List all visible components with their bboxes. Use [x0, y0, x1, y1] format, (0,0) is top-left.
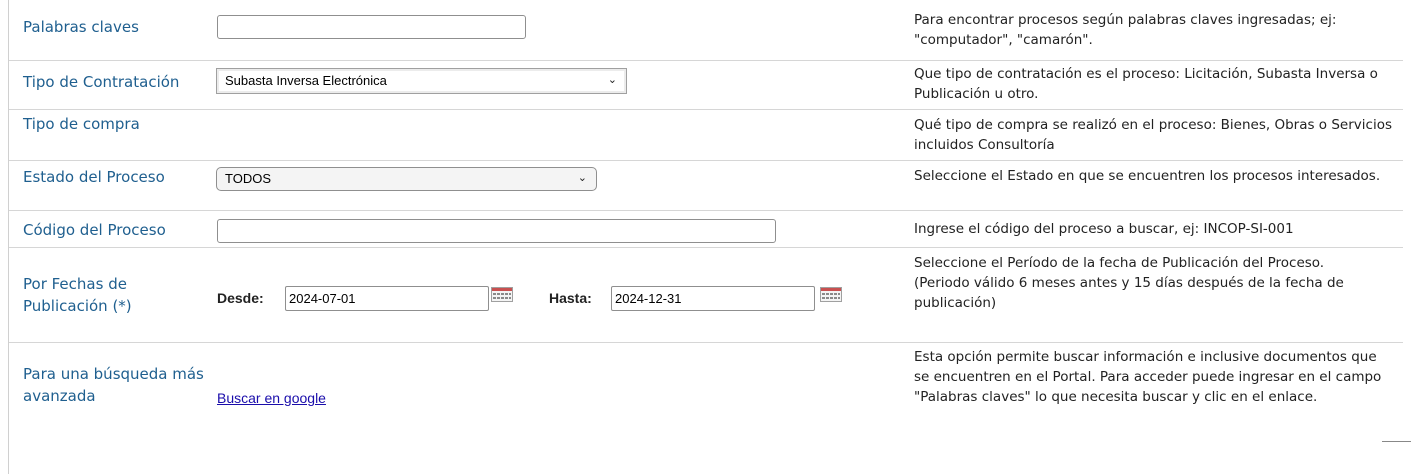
estado-proceso-selected: TODOS — [225, 171, 271, 186]
fechas-publicacion-help-note: (Periodo válido 6 meses antes y 15 días … — [914, 275, 1344, 311]
tipo-compra-label: Tipo de compra — [23, 115, 140, 133]
row-tipo-contratacion: Tipo de Contratación Subasta Inversa Ele… — [9, 61, 1403, 110]
tipo-compra-help: Qué tipo de compra se realizó en el proc… — [914, 117, 1392, 153]
row-busqueda-avanzada: Para una búsqueda más avanzada Buscar en… — [9, 343, 1403, 448]
calendar-icon[interactable] — [820, 287, 842, 302]
divider — [1382, 441, 1411, 442]
fechas-publicacion-help: Seleccione el Período de la fecha de Pub… — [914, 253, 1392, 313]
hasta-date-input[interactable] — [611, 286, 815, 311]
palabras-claves-help: Para encontrar procesos según palabras c… — [914, 12, 1337, 48]
chevron-down-icon: ⌄ — [577, 172, 587, 184]
busqueda-avanzada-help: Esta opción permite buscar información e… — [914, 349, 1382, 405]
estado-proceso-help: Seleccione el Estado en que se encuentre… — [914, 168, 1381, 184]
row-codigo-proceso: Código del Proceso Ingrese el código del… — [9, 211, 1403, 248]
busqueda-avanzada-label: Para una búsqueda más avanzada — [23, 365, 204, 405]
tipo-contratacion-help: Que tipo de contratación es el proceso: … — [914, 66, 1378, 102]
fechas-publicacion-help-text: Seleccione el Período de la fecha de Pub… — [914, 255, 1325, 271]
fechas-publicacion-label: Por Fechas de Publicación (*) — [23, 275, 132, 315]
chevron-down-icon: ⌄ — [607, 74, 617, 86]
codigo-proceso-label: Código del Proceso — [23, 221, 166, 239]
tipo-contratacion-select[interactable]: Subasta Inversa Electrónica ⌄ — [216, 68, 627, 94]
row-palabras-claves: Palabras claves Para encontrar procesos … — [9, 0, 1403, 61]
estado-proceso-label: Estado del Proceso — [23, 168, 165, 186]
calendar-icon[interactable] — [491, 287, 513, 302]
codigo-proceso-help: Ingrese el código del proceso a buscar, … — [914, 221, 1294, 237]
tipo-contratacion-label: Tipo de Contratación — [23, 73, 180, 91]
palabras-claves-label: Palabras claves — [23, 18, 139, 36]
row-estado-proceso: Estado del Proceso TODOS ⌄ Seleccione el… — [9, 161, 1403, 211]
desde-date-input[interactable] — [285, 286, 489, 311]
desde-label: Desde: — [217, 290, 264, 306]
row-tipo-compra: Tipo de compra Qué tipo de compra se rea… — [9, 110, 1403, 161]
tipo-contratacion-selected: Subasta Inversa Electrónica — [225, 73, 387, 88]
hasta-label: Hasta: — [549, 290, 592, 306]
row-fechas-publicacion: Por Fechas de Publicación (*) Desde: Has… — [9, 248, 1403, 343]
buscar-en-google-link[interactable]: Buscar en google — [217, 390, 326, 406]
palabras-claves-input[interactable] — [217, 15, 526, 39]
estado-proceso-select[interactable]: TODOS ⌄ — [216, 167, 597, 191]
codigo-proceso-input[interactable] — [217, 219, 776, 243]
